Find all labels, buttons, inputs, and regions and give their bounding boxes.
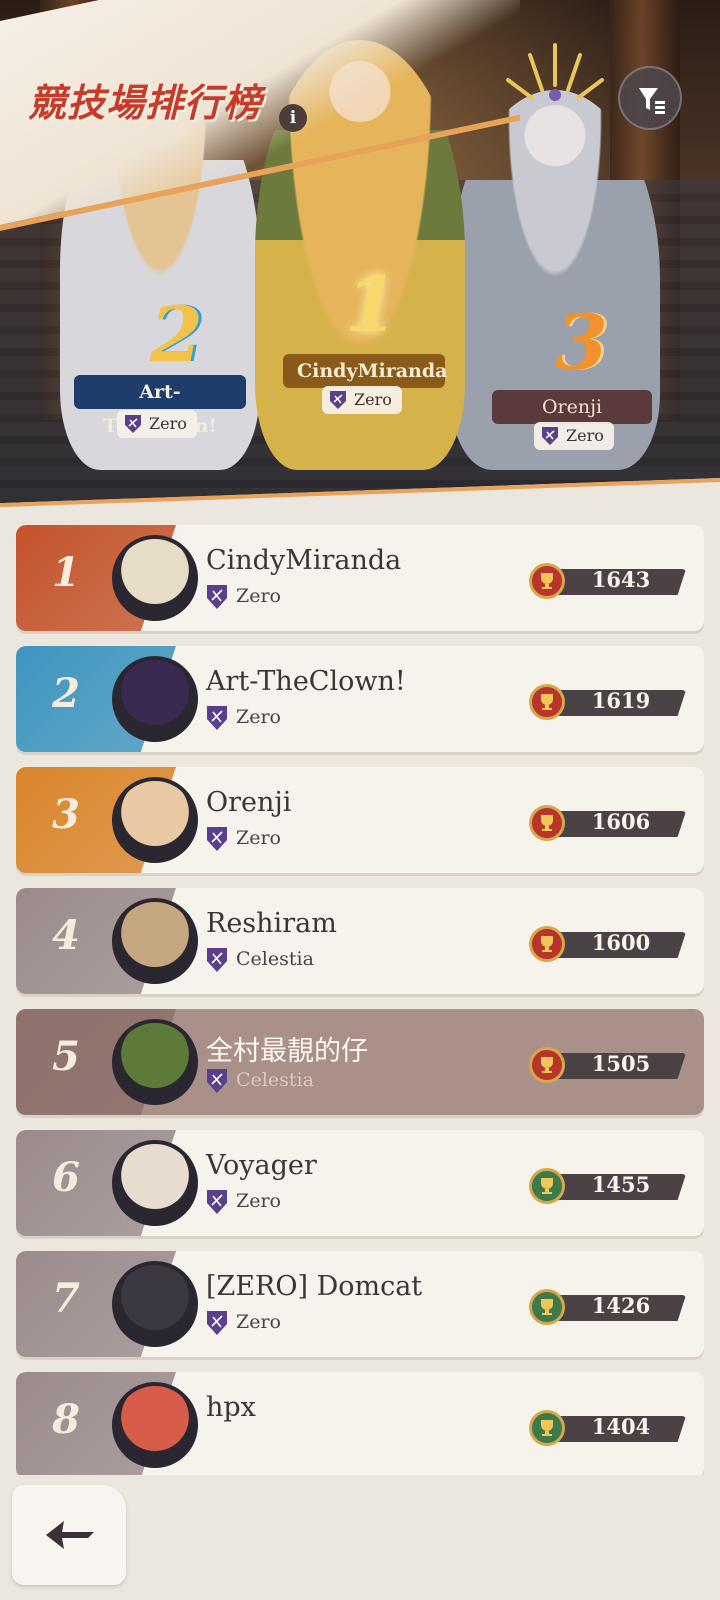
- back-arrow-icon: [46, 1521, 94, 1549]
- arena-score: 1404: [591, 1414, 651, 1439]
- podium-name-1[interactable]: CindyMiranda: [283, 354, 447, 388]
- trophy-icon: [529, 684, 565, 720]
- player-avatar[interactable]: [112, 1261, 198, 1347]
- guild-shield-icon: [206, 947, 228, 977]
- trophy-icon: [529, 926, 565, 962]
- guild-name: Zero: [236, 585, 281, 607]
- arena-score: 1426: [591, 1293, 651, 1318]
- player-avatar[interactable]: [112, 535, 198, 621]
- player-name: Art-TheClown!: [206, 666, 406, 697]
- guild-name: Celestia: [236, 1069, 314, 1091]
- filter-button[interactable]: [618, 66, 682, 130]
- info-icon[interactable]: i: [279, 104, 307, 132]
- guild-name: Celestia: [236, 948, 314, 970]
- guild-shield-icon: [206, 584, 228, 614]
- podium-rank-1: 1: [345, 260, 398, 349]
- back-button[interactable]: [12, 1485, 126, 1585]
- guild-shield-icon: [125, 415, 141, 433]
- rank-number: 1: [52, 549, 80, 596]
- arena-score: 1505: [591, 1051, 651, 1076]
- rank-number: 8: [52, 1396, 80, 1443]
- player-name: hpx: [206, 1392, 256, 1423]
- rank-number: 3: [52, 791, 80, 838]
- podium-name-3[interactable]: Orenji: [492, 390, 652, 424]
- player-name: Reshiram: [206, 908, 337, 939]
- podium-guild-1: Zero: [322, 386, 402, 414]
- rank-number: 7: [52, 1275, 80, 1322]
- guild-shield-icon: [206, 705, 228, 735]
- guild-shield-icon: [542, 427, 558, 445]
- guild-shield-icon: [330, 391, 346, 409]
- player-name: Voyager: [206, 1150, 317, 1181]
- ranking-row[interactable]: 3 Orenji Zero 1606: [16, 767, 704, 873]
- player-avatar[interactable]: [112, 777, 198, 863]
- player-avatar[interactable]: [112, 1019, 198, 1105]
- guild-shield-icon: [206, 1189, 228, 1219]
- player-name: [ZERO] Domcat: [206, 1271, 423, 1302]
- guild-shield-icon: [206, 1068, 228, 1098]
- guild-name: Zero: [236, 827, 281, 849]
- ranking-row[interactable]: 6 Voyager Zero 1455: [16, 1130, 704, 1236]
- player-avatar[interactable]: [112, 898, 198, 984]
- podium-guild-3: Zero: [534, 422, 614, 450]
- guild-shield-icon: [206, 826, 228, 856]
- trophy-icon: [529, 563, 565, 599]
- podium-banner: 競技場排行榜 i 2 Art-TheClown! Zero 1 CindyMir…: [0, 0, 720, 510]
- guild-name: Zero: [149, 414, 187, 433]
- player-name: CindyMiranda: [206, 545, 402, 576]
- podium-name-2[interactable]: Art-TheClown!: [74, 375, 246, 437]
- guild-name: Zero: [566, 426, 604, 445]
- guild-name: Zero: [236, 1190, 281, 1212]
- podium-rank-2: 2: [150, 290, 203, 379]
- rank-number: 5: [52, 1033, 80, 1080]
- player-name: 全村最靚的仔: [206, 1036, 368, 1067]
- arena-score: 1600: [591, 930, 651, 955]
- podium-guild-2: Zero: [117, 410, 197, 438]
- ranking-row[interactable]: 1 CindyMiranda Zero 1643: [16, 525, 704, 631]
- ranking-row-current-user[interactable]: 5 全村最靚的仔 Celestia 1505: [16, 1009, 704, 1115]
- trophy-icon: [529, 1168, 565, 1204]
- rank-number: 6: [52, 1154, 80, 1201]
- player-avatar[interactable]: [112, 1140, 198, 1226]
- guild-name: Zero: [236, 1311, 281, 1333]
- footer: [0, 1475, 720, 1600]
- trophy-icon: [529, 1047, 565, 1083]
- player-avatar[interactable]: [112, 1382, 198, 1468]
- guild-name: Zero: [354, 390, 392, 409]
- trophy-icon: [529, 1410, 565, 1446]
- player-avatar[interactable]: [112, 656, 198, 742]
- ranking-row[interactable]: 2 Art-TheClown! Zero 1619: [16, 646, 704, 752]
- ranking-row[interactable]: 8 hpx 1404: [16, 1372, 704, 1475]
- arena-score: 1606: [591, 809, 651, 834]
- arena-score: 1643: [591, 567, 651, 592]
- podium-rank-3: 3: [555, 298, 608, 387]
- filter-icon: [639, 88, 665, 114]
- trophy-icon: [529, 805, 565, 841]
- guild-name: Zero: [236, 706, 281, 728]
- ranking-list[interactable]: 1 CindyMiranda Zero 1643 2 Art-TheClown! Zero 1…: [0, 525, 720, 1475]
- arena-score: 1455: [591, 1172, 651, 1197]
- player-name: Orenji: [206, 787, 292, 818]
- arena-score: 1619: [591, 688, 651, 713]
- rank-number: 4: [52, 912, 80, 959]
- rank-number: 2: [52, 670, 80, 717]
- ranking-row[interactable]: 7 [ZERO] Domcat Zero 1426: [16, 1251, 704, 1357]
- ranking-row[interactable]: 4 Reshiram Celestia 1600: [16, 888, 704, 994]
- guild-shield-icon: [206, 1310, 228, 1340]
- trophy-icon: [529, 1289, 565, 1325]
- page-title: 競技場排行榜: [28, 80, 263, 125]
